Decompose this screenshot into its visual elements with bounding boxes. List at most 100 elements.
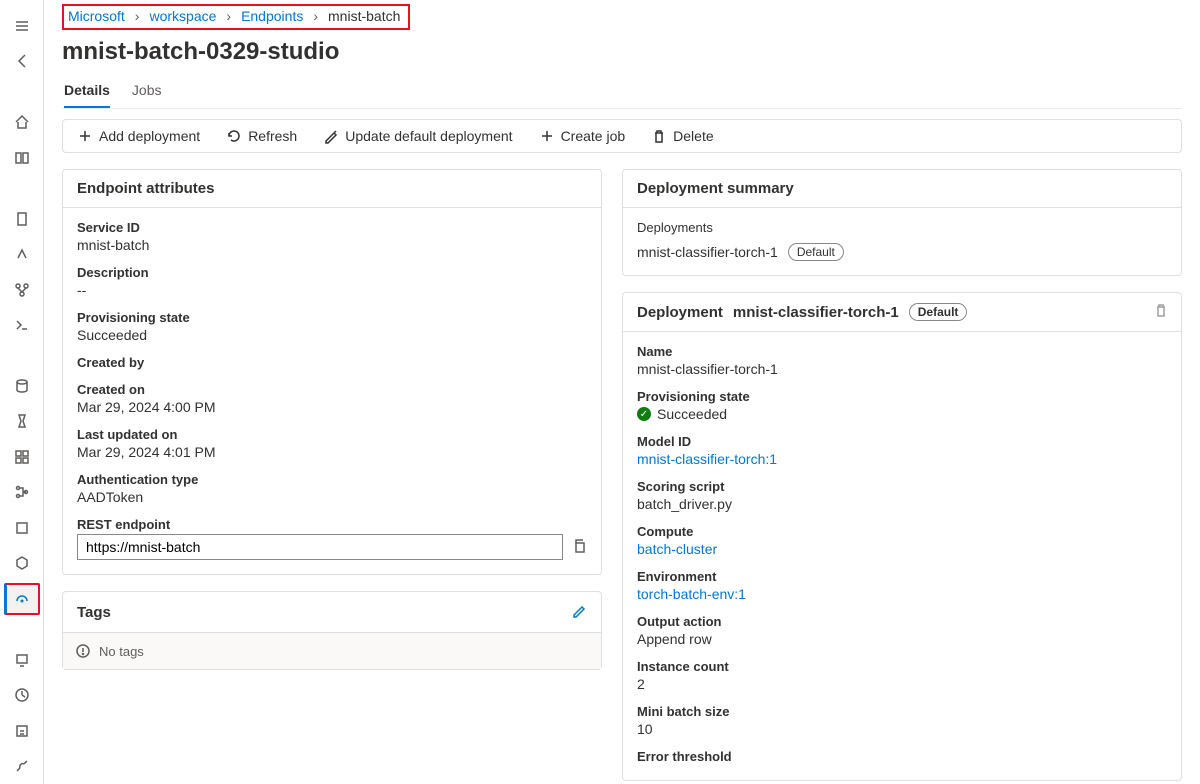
catalog-icon[interactable] [4, 142, 40, 173]
delete-button[interactable]: Delete [651, 128, 713, 144]
service-id-value: mnist-batch [77, 237, 587, 253]
toolbar-label: Update default deployment [345, 128, 512, 144]
deployments-label: Deployments [637, 220, 1167, 235]
scroll-area: Microsoft › workspace › Endpoints › mnis… [44, 0, 1200, 784]
toolbar-label: Create job [561, 128, 626, 144]
tags-header-label: Tags [77, 604, 111, 621]
card-header: Tags [63, 592, 601, 633]
no-tags-row: No tags [63, 633, 601, 669]
field-label: Description [77, 265, 587, 280]
notebooks-icon[interactable] [4, 203, 40, 234]
deployment-header-prefix: Deployment [637, 304, 723, 321]
field-label: Scoring script [637, 479, 1167, 494]
breadcrumb-link[interactable]: Microsoft [68, 8, 125, 24]
main-area: Microsoft › workspace › Endpoints › mnis… [44, 0, 1200, 784]
environments-icon[interactable] [4, 512, 40, 543]
field-label: Output action [637, 614, 1167, 629]
breadcrumb-link[interactable]: Endpoints [241, 8, 303, 24]
field-label: Mini batch size [637, 704, 1167, 719]
environment-link[interactable]: torch-batch-env:1 [637, 586, 1167, 602]
auth-value: AADToken [77, 489, 587, 505]
toolbar-label: Refresh [248, 128, 297, 144]
field-label: Created by [77, 355, 587, 370]
toolbar: Add deployment Refresh Update default de… [62, 119, 1182, 153]
tab-bar: Details Jobs [62, 76, 1182, 109]
breadcrumb-current: mnist-batch [328, 8, 400, 24]
breadcrumb-link[interactable]: workspace [149, 8, 216, 24]
edit-icon[interactable] [571, 602, 587, 622]
no-tags-text: No tags [99, 644, 144, 659]
automl-icon[interactable] [4, 238, 40, 269]
model-id-link[interactable]: mnist-classifier-torch:1 [637, 451, 1167, 467]
compute-icon[interactable] [4, 644, 40, 675]
prompt-icon[interactable] [4, 309, 40, 340]
refresh-button[interactable]: Refresh [226, 128, 297, 144]
trash-icon[interactable] [1153, 302, 1169, 322]
deployment-summary-card: Deployment summary Deployments mnist-cla… [622, 169, 1182, 276]
field-label: REST endpoint [77, 517, 587, 532]
update-default-button[interactable]: Update default deployment [323, 128, 512, 144]
instance-value: 2 [637, 676, 1167, 692]
deployment-provisioning-value: Succeeded [657, 406, 727, 422]
breadcrumb-highlight: Microsoft › workspace › Endpoints › mnis… [62, 4, 410, 30]
labeling-icon[interactable] [4, 715, 40, 746]
default-badge: Default [909, 303, 968, 321]
deployment-detail-card: Deployment mnist-classifier-torch-1 Defa… [622, 292, 1182, 781]
field-label: Environment [637, 569, 1167, 584]
jobs-icon[interactable] [4, 406, 40, 437]
toolbar-label: Delete [673, 128, 713, 144]
default-badge: Default [788, 243, 844, 261]
menu-icon[interactable] [4, 10, 40, 41]
data-icon[interactable] [4, 370, 40, 401]
provisioning-value: Succeeded [77, 327, 587, 343]
lastupdated-value: Mar 29, 2024 4:01 PM [77, 444, 587, 460]
card-header: Deployment summary [623, 170, 1181, 208]
tags-card: Tags No tags [62, 591, 602, 670]
field-label: Instance count [637, 659, 1167, 674]
field-label: Created on [77, 382, 587, 397]
endpoint-attributes-card: Endpoint attributes Service ID mnist-bat… [62, 169, 602, 575]
tab-details[interactable]: Details [64, 76, 110, 108]
field-label: Compute [637, 524, 1167, 539]
components-icon[interactable] [4, 441, 40, 472]
toolbar-label: Add deployment [99, 128, 200, 144]
left-nav-sidebar [0, 0, 44, 784]
field-label: Authentication type [77, 472, 587, 487]
home-icon[interactable] [4, 106, 40, 137]
chevron-right-icon: › [135, 8, 140, 24]
chevron-right-icon: › [226, 8, 231, 24]
card-header: Endpoint attributes [63, 170, 601, 208]
output-value: Append row [637, 631, 1167, 647]
add-deployment-button[interactable]: Add deployment [77, 128, 200, 144]
field-label: Last updated on [77, 427, 587, 442]
chevron-right-icon: › [313, 8, 318, 24]
designer-icon[interactable] [4, 274, 40, 305]
success-icon: ✓ [637, 407, 651, 421]
scoring-value: batch_driver.py [637, 496, 1167, 512]
pipelines-icon[interactable] [4, 477, 40, 508]
card-header: Deployment mnist-classifier-torch-1 Defa… [623, 293, 1181, 332]
page-title: mnist-batch-0329-studio [62, 38, 1182, 66]
back-icon[interactable] [4, 45, 40, 76]
field-label: Service ID [77, 220, 587, 235]
field-label: Error threshold [637, 749, 1167, 764]
rest-endpoint-input[interactable] [77, 534, 563, 560]
models-icon[interactable] [4, 548, 40, 579]
tab-jobs[interactable]: Jobs [132, 76, 162, 108]
monitoring-icon[interactable] [4, 680, 40, 711]
breadcrumb: Microsoft › workspace › Endpoints › mnis… [68, 8, 400, 24]
copy-icon[interactable] [571, 538, 587, 557]
create-job-button[interactable]: Create job [539, 128, 626, 144]
field-label: Provisioning state [637, 389, 1167, 404]
deployment-header-name: mnist-classifier-torch-1 [733, 304, 899, 321]
field-label: Model ID [637, 434, 1167, 449]
field-label: Provisioning state [77, 310, 587, 325]
compute-link[interactable]: batch-cluster [637, 541, 1167, 557]
field-label: Name [637, 344, 1167, 359]
deployment-item-name: mnist-classifier-torch-1 [637, 244, 778, 260]
linked-icon[interactable] [4, 750, 40, 781]
description-value: -- [77, 282, 587, 298]
createdon-value: Mar 29, 2024 4:00 PM [77, 399, 587, 415]
deployment-name-value: mnist-classifier-torch-1 [637, 361, 1167, 377]
endpoints-icon[interactable] [4, 583, 40, 615]
